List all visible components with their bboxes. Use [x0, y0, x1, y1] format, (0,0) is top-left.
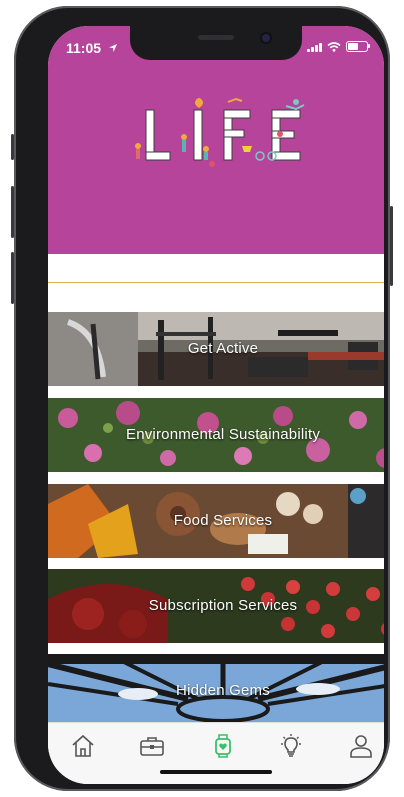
tab-work[interactable] [139, 733, 165, 759]
tab-home[interactable] [70, 733, 96, 759]
briefcase-icon [140, 737, 164, 756]
spacer-band [48, 254, 384, 314]
notch [130, 26, 302, 60]
category-label: Subscription Services [148, 597, 298, 614]
lightbulb-icon [281, 734, 301, 757]
category-label: Hidden Gems [176, 682, 270, 699]
category-label: Environmental Sustainability [125, 426, 321, 443]
wifi-icon [327, 41, 341, 52]
tab-profile[interactable] [348, 733, 374, 759]
phone-frame: 11:05 Get Active Environmental Sustainab… [11, 6, 393, 791]
profile-icon [350, 735, 372, 758]
power-button [390, 206, 393, 286]
watch-heart-icon [215, 734, 231, 758]
tab-life[interactable] [210, 733, 236, 759]
battery-icon [346, 41, 370, 52]
category-label: Food Services [173, 512, 273, 529]
volume-up-button [11, 186, 14, 238]
divider-line [48, 282, 384, 283]
app-screen: 11:05 Get Active Environmental Sustainab… [48, 26, 384, 784]
category-label: Get Active [187, 340, 259, 357]
category-card-get-active[interactable]: Get Active [48, 312, 384, 386]
volume-down-button [11, 252, 14, 304]
location-arrow-icon [109, 44, 117, 52]
signal-icon [307, 42, 322, 52]
tab-bar [48, 722, 384, 784]
life-logo [124, 94, 324, 176]
side-button [11, 134, 14, 160]
category-card-food-services[interactable]: Food Services [48, 484, 384, 558]
category-card-subscription-services[interactable]: Subscription Services [48, 569, 384, 643]
home-icon [72, 734, 94, 757]
tab-ideas[interactable] [278, 733, 304, 759]
status-time: 11:05 [66, 40, 102, 56]
home-indicator[interactable] [160, 770, 272, 774]
category-card-hidden-gems[interactable]: Hidden Gems [48, 654, 384, 724]
status-icons [307, 41, 370, 52]
speaker [198, 35, 234, 40]
front-camera [262, 34, 270, 42]
category-card-environmental-sustainability[interactable]: Environmental Sustainability [48, 398, 384, 472]
header: 11:05 [48, 26, 384, 254]
